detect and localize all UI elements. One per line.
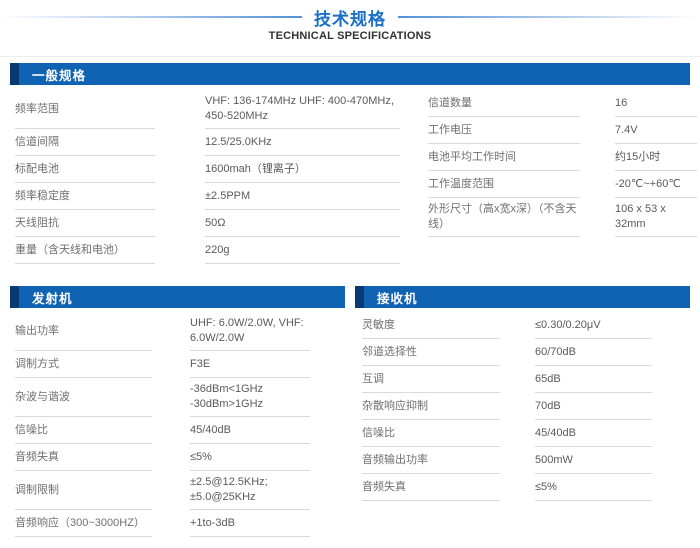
- spec-value: 约15小时: [615, 144, 697, 171]
- spec-value: 1600mah（锂离子）: [205, 156, 400, 183]
- spec-label: 音频失真: [362, 474, 500, 501]
- table-row: 互调 65dB: [362, 366, 690, 393]
- table-row: 音频失真 ≤5%: [362, 474, 690, 501]
- spec-value: ±2.5PPM: [205, 183, 400, 210]
- spec-label: 音频响应（300~3000HZ）: [15, 510, 152, 537]
- table-row: 信道数量 16: [428, 90, 697, 117]
- table-row: 调制方式 F3E: [15, 351, 345, 378]
- spec-value: -36dBm<1GHz -30dBm>1GHz: [190, 378, 310, 417]
- spec-value: 12.5/25.0KHz: [205, 129, 400, 156]
- section-title-receiver: 接收机: [377, 291, 418, 306]
- spec-value: ≤0.30/0.20μV: [535, 312, 652, 339]
- table-row: 外形尺寸（高x宽x深）（不含天线） 106 x 53 x 32mm: [428, 198, 697, 237]
- general-right-column: 信道数量 16 工作电压 7.4V 电池平均工作时间 约15小时 工作温度范围 …: [428, 90, 697, 264]
- spec-label: 灵敏度: [362, 312, 500, 339]
- spec-value: 60/70dB: [535, 339, 652, 366]
- section-accent-square: [10, 63, 19, 85]
- spec-label: 杂散响应抑制: [362, 393, 500, 420]
- spec-page: 技术规格 TECHNICAL SPECIFICATIONS 一般规格 频率范围 …: [0, 0, 700, 548]
- spec-label: 信道间隔: [15, 129, 155, 156]
- table-row: 信噪比 45/40dB: [15, 417, 345, 444]
- spec-value: 45/40dB: [535, 420, 652, 447]
- table-row: 频率范围 VHF: 136-174MHz UHF: 400-470MHz, 45…: [15, 90, 400, 129]
- page-header: 技术规格 TECHNICAL SPECIFICATIONS: [0, 0, 700, 42]
- spec-label: 外形尺寸（高x宽x深）（不含天线）: [428, 198, 580, 237]
- spec-label: 音频输出功率: [362, 447, 500, 474]
- table-row: 音频失真 ≤5%: [15, 444, 345, 471]
- spec-label: 工作电压: [428, 117, 580, 144]
- spec-label: 邻道选择性: [362, 339, 500, 366]
- spec-value: 70dB: [535, 393, 652, 420]
- section-header-transmitter: 发射机: [10, 286, 345, 308]
- spec-label: 信噪比: [362, 420, 500, 447]
- spec-label: 信噪比: [15, 417, 152, 444]
- page-title: 技术规格: [314, 9, 386, 29]
- table-row: 灵敏度 ≤0.30/0.20μV: [362, 312, 690, 339]
- general-left-column: 频率范围 VHF: 136-174MHz UHF: 400-470MHz, 45…: [15, 90, 400, 264]
- table-row: 输出功率 UHF: 6.0W/2.0W, VHF: 6.0W/2.0W: [15, 312, 345, 351]
- spec-label: 杂波与谐波: [15, 378, 152, 417]
- title-divider-right: [398, 16, 700, 18]
- spec-label: 重量（含天线和电池）: [15, 237, 155, 264]
- spec-value: ≤5%: [535, 474, 652, 501]
- section-title-transmitter: 发射机: [32, 291, 73, 306]
- table-row: 信道间隔 12.5/25.0KHz: [15, 129, 400, 156]
- table-row: 音频响应（300~3000HZ） +1to-3dB: [15, 510, 345, 537]
- spec-value: -20℃~+60℃: [615, 171, 697, 198]
- spec-value: 220g: [205, 237, 400, 264]
- twin-section-headers: 发射机 接收机: [10, 286, 690, 308]
- spec-value: 16: [615, 90, 697, 117]
- spec-value: 65dB: [535, 366, 652, 393]
- spec-label: 互调: [362, 366, 500, 393]
- table-row: 电池平均工作时间 约15小时: [428, 144, 697, 171]
- table-row: 音频输出功率 500mW: [362, 447, 690, 474]
- table-row: 重量（含天线和电池） 220g: [15, 237, 400, 264]
- spec-label: 输出功率: [15, 312, 152, 351]
- table-row: 邻道选择性 60/70dB: [362, 339, 690, 366]
- general-spec-table: 频率范围 VHF: 136-174MHz UHF: 400-470MHz, 45…: [15, 90, 700, 264]
- spec-value: UHF: 6.0W/2.0W, VHF: 6.0W/2.0W: [190, 312, 310, 351]
- section-title-general: 一般规格: [32, 68, 87, 83]
- content-top-divider: [0, 56, 700, 57]
- spec-value: 106 x 53 x 32mm: [615, 198, 697, 237]
- spec-value: 7.4V: [615, 117, 697, 144]
- spec-label: 调制方式: [15, 351, 152, 378]
- spec-value: F3E: [190, 351, 310, 378]
- receiver-spec-table: 灵敏度 ≤0.30/0.20μV 邻道选择性 60/70dB 互调 65dB 杂…: [355, 312, 690, 537]
- spec-label: 标配电池: [15, 156, 155, 183]
- spec-value: 500mW: [535, 447, 652, 474]
- title-divider-left: [0, 16, 302, 18]
- table-row: 工作电压 7.4V: [428, 117, 697, 144]
- spec-label: 信道数量: [428, 90, 580, 117]
- table-row: 调制限制 ±2.5@12.5KHz; ±5.0@25KHz: [15, 471, 345, 510]
- table-row: 工作温度范围 -20℃~+60℃: [428, 171, 697, 198]
- spec-label: 频率范围: [15, 90, 155, 129]
- spec-label: 频率稳定度: [15, 183, 155, 210]
- spec-value: +1to-3dB: [190, 510, 310, 537]
- spec-value: 50Ω: [205, 210, 400, 237]
- spec-value: ≤5%: [190, 444, 310, 471]
- transmitter-spec-table: 输出功率 UHF: 6.0W/2.0W, VHF: 6.0W/2.0W 调制方式…: [10, 312, 345, 537]
- spec-label: 调制限制: [15, 471, 152, 510]
- spec-label: 天线阻抗: [15, 210, 155, 237]
- table-row: 杂波与谐波 -36dBm<1GHz -30dBm>1GHz: [15, 378, 345, 417]
- spec-label: 电池平均工作时间: [428, 144, 580, 171]
- section-header-general: 一般规格: [10, 63, 690, 85]
- page-title-row: 技术规格: [0, 6, 700, 29]
- spec-label: 音频失真: [15, 444, 152, 471]
- table-row: 天线阻抗 50Ω: [15, 210, 400, 237]
- spec-value: 45/40dB: [190, 417, 310, 444]
- twin-section-tables: 输出功率 UHF: 6.0W/2.0W, VHF: 6.0W/2.0W 调制方式…: [10, 312, 690, 537]
- table-row: 频率稳定度 ±2.5PPM: [15, 183, 400, 210]
- table-row: 信噪比 45/40dB: [362, 420, 690, 447]
- table-row: 杂散响应抑制 70dB: [362, 393, 690, 420]
- table-row: 标配电池 1600mah（锂离子）: [15, 156, 400, 183]
- page-subtitle: TECHNICAL SPECIFICATIONS: [268, 30, 432, 42]
- spec-value: ±2.5@12.5KHz; ±5.0@25KHz: [190, 471, 310, 510]
- section-accent-square: [355, 286, 364, 308]
- spec-label: 工作温度范围: [428, 171, 580, 198]
- section-header-receiver: 接收机: [355, 286, 690, 308]
- section-accent-square: [10, 286, 19, 308]
- spec-value: VHF: 136-174MHz UHF: 400-470MHz, 450-520…: [205, 90, 400, 129]
